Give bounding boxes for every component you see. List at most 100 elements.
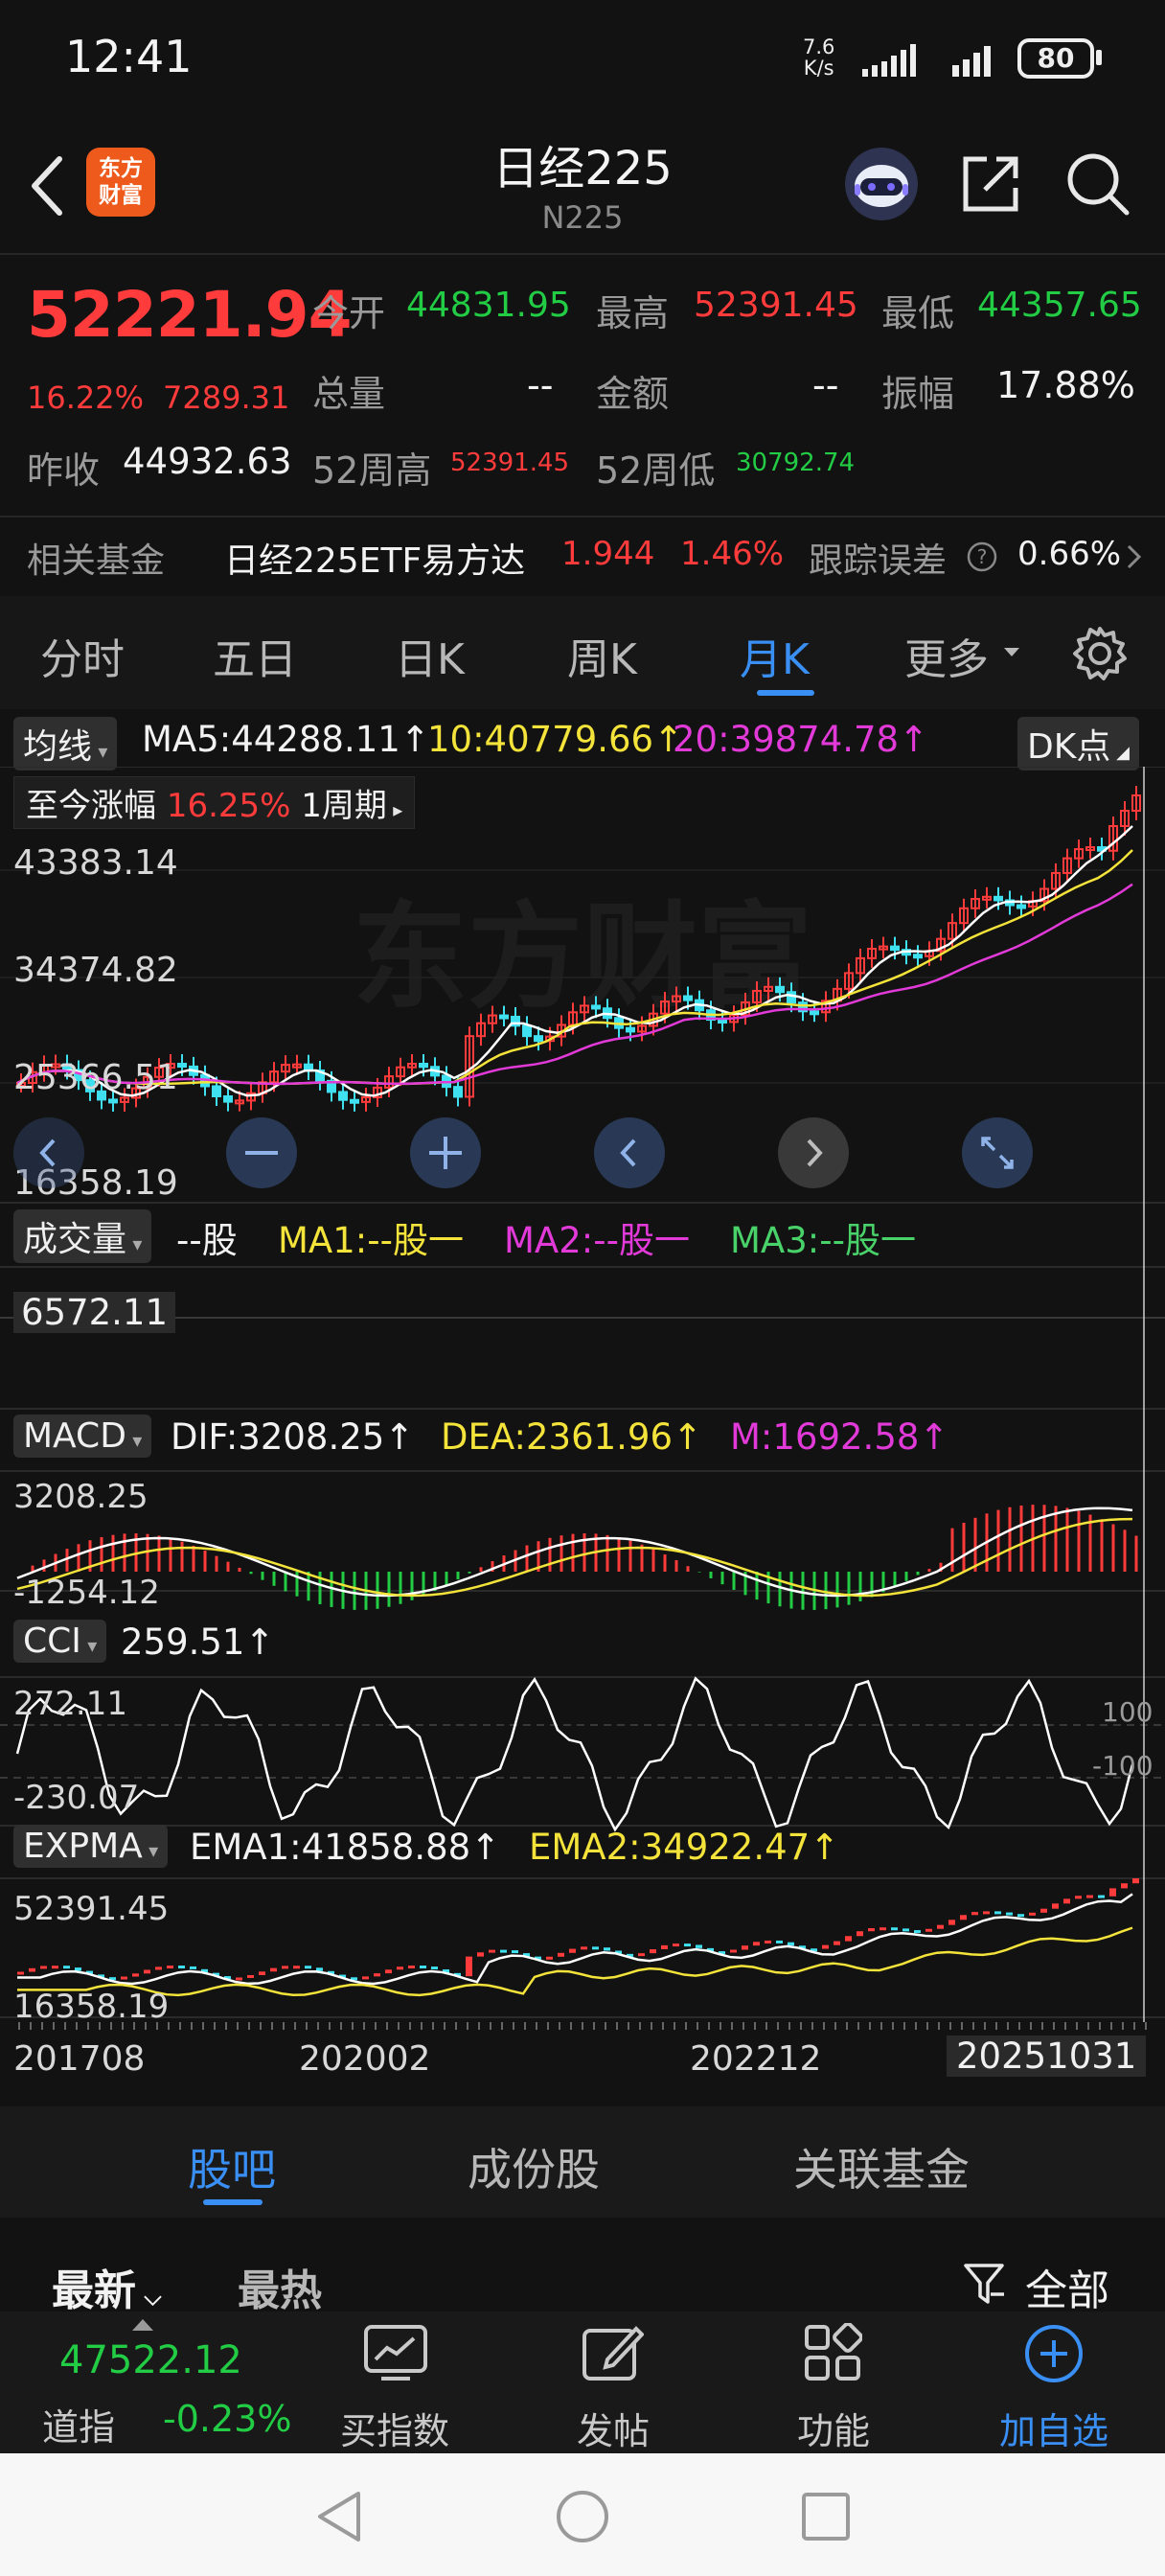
nav-back-icon[interactable] — [312, 2488, 366, 2545]
net-speed: 7.6 K/s — [803, 36, 834, 79]
amplitude-value: 17.88% — [996, 364, 1135, 406]
filter-all[interactable]: 全部 — [1025, 2256, 1109, 2317]
volume-selector[interactable]: 成交量 ▾ — [13, 1209, 152, 1263]
ma-selector[interactable]: 均线 ▾ — [13, 717, 118, 770]
zoom-in-button[interactable] — [410, 1117, 481, 1188]
macd-selector[interactable]: MACD ▾ — [13, 1414, 152, 1458]
ticker-value[interactable]: 47522.12 — [59, 2338, 242, 2382]
nav-recents-icon[interactable] — [799, 2490, 853, 2543]
cci-top-label: 272.11 — [13, 1685, 127, 1723]
tab-stock-forum[interactable]: 股吧 — [188, 2135, 276, 2198]
tab-intraday[interactable]: 分时 — [40, 625, 125, 686]
expma-top-label: 52391.45 — [13, 1890, 170, 1928]
sort-latest-label: 最新 — [52, 2266, 136, 2315]
tab-constituents[interactable]: 成份股 — [468, 2135, 600, 2198]
features-label[interactable]: 功能 — [738, 2402, 929, 2454]
chart-left-arrow-button[interactable] — [13, 1117, 84, 1188]
add-watchlist-icon[interactable] — [1023, 2323, 1085, 2384]
expma-selector-label: EXPMA — [23, 1827, 143, 1866]
signal-icon — [862, 44, 916, 77]
scroll-left-button[interactable] — [594, 1117, 665, 1188]
caret-up-icon — [132, 2319, 153, 2331]
search-icon[interactable] — [1063, 150, 1132, 218]
y-label-2: 34374.82 — [13, 951, 178, 990]
net-speed-value: 7.6 — [803, 35, 835, 58]
signal-icon-2 — [952, 46, 991, 77]
filter-icon[interactable] — [962, 2260, 1006, 2308]
macd-dea: DEA:2361.96↑ — [441, 1416, 703, 1458]
amount-label: 金额 — [596, 373, 670, 415]
add-watchlist-label[interactable]: 加自选 — [958, 2402, 1150, 2454]
ma5-legend: MA5:44288.11↑ — [142, 719, 430, 760]
wk52-high-label: 52周高 — [312, 449, 432, 492]
share-icon[interactable] — [958, 150, 1025, 217]
current-price: 52221.94 — [27, 278, 353, 352]
volume-unit: --股 — [176, 1220, 238, 1261]
expma-ema1: EMA1:41858.88↑ — [190, 1827, 501, 1868]
cci-selector[interactable]: CCI ▾ — [13, 1620, 107, 1663]
vol-ma3: MA3:--股一 — [730, 1220, 916, 1261]
expma-selector[interactable]: EXPMA ▾ — [13, 1825, 169, 1868]
scroll-right-button[interactable] — [778, 1117, 849, 1188]
dk-point-label: DK点 — [1027, 727, 1111, 767]
volume-label: 总量 — [312, 373, 386, 415]
macd-top-label: 3208.25 — [13, 1478, 148, 1516]
macd-dif: DIF:3208.25↑ — [171, 1416, 415, 1458]
change-value: 7289.31 — [163, 380, 290, 416]
tab-daily-k[interactable]: 日K — [395, 625, 465, 686]
chevron-right-icon — [1127, 544, 1142, 569]
y-label-3: 25366.51 — [13, 1058, 178, 1097]
gear-icon[interactable] — [1071, 625, 1129, 682]
tab-monthly-k[interactable]: 月K — [740, 625, 810, 686]
ai-assistant-icon[interactable] — [843, 146, 920, 222]
cci-bottom-label: -230.07 — [13, 1779, 140, 1817]
open-value: 44831.95 — [406, 286, 571, 325]
buy-index-label[interactable]: 买指数 — [299, 2402, 491, 2454]
nav-home-icon[interactable] — [554, 2488, 611, 2545]
fullscreen-button[interactable] — [962, 1117, 1033, 1188]
help-icon[interactable]: ? — [966, 540, 998, 573]
volume-value: -- — [527, 364, 554, 406]
high-label: 最高 — [596, 292, 670, 334]
volume-crosshair-value: 6572.11 — [13, 1292, 176, 1333]
post-icon[interactable] — [581, 2323, 644, 2382]
ticker-name[interactable]: 道指 — [42, 2398, 115, 2450]
ticker-percent: -0.23% — [163, 2398, 292, 2440]
x-label-3: 202212 — [690, 2039, 822, 2079]
tab-weekly-k[interactable]: 周K — [567, 625, 637, 686]
features-icon[interactable] — [803, 2323, 862, 2382]
y-label-1: 43383.14 — [13, 843, 178, 883]
related-fund-price: 1.944 — [561, 535, 655, 573]
wk52-low-label: 52周低 — [596, 449, 716, 492]
wk52-high-value: 52391.45 — [450, 448, 570, 477]
x-crosshair-date: 20251031 — [947, 2036, 1147, 2077]
ma20-legend: 20:39874.78↑ — [673, 719, 929, 760]
tab-related-funds[interactable]: 关联基金 — [793, 2135, 970, 2198]
amplitude-label: 振幅 — [881, 373, 955, 415]
tracking-error-value: 0.66% — [1017, 535, 1122, 573]
ma10-legend: 10:40779.66↑ — [427, 719, 684, 760]
open-label: 今开 — [312, 292, 386, 334]
svg-text:?: ? — [977, 545, 988, 568]
cci-ref-top: 100 — [1102, 1696, 1154, 1728]
sort-latest[interactable]: 最新 ⌵ — [52, 2256, 162, 2317]
chart-watermark: 东方财富 — [353, 891, 812, 1024]
cci-value: 259.51↑ — [121, 1622, 275, 1663]
tab-more[interactable]: 更多 — [904, 625, 989, 686]
sort-hot[interactable]: 最热 — [238, 2256, 322, 2317]
post-label[interactable]: 发帖 — [517, 2402, 709, 2454]
prev-close-label: 昨收 — [27, 449, 101, 492]
active-tab-indicator — [757, 690, 814, 696]
buy-index-icon[interactable] — [362, 2323, 429, 2382]
net-speed-unit: K/s — [803, 57, 834, 80]
ma-selector-label: 均线 — [23, 727, 93, 767]
related-fund-name: 日经225ETF易方达 — [224, 541, 526, 581]
zoom-out-button[interactable] — [226, 1117, 297, 1188]
expma-ema2: EMA2:34922.47↑ — [529, 1827, 840, 1868]
related-fund-percent: 1.46% — [680, 535, 785, 573]
dk-point-button[interactable]: DK点 ◢ — [1017, 717, 1139, 770]
tab-five-day[interactable]: 五日 — [213, 625, 297, 686]
battery-tip — [1096, 50, 1102, 65]
macd-selector-label: MACD — [23, 1416, 126, 1456]
low-value: 44357.65 — [977, 286, 1142, 325]
